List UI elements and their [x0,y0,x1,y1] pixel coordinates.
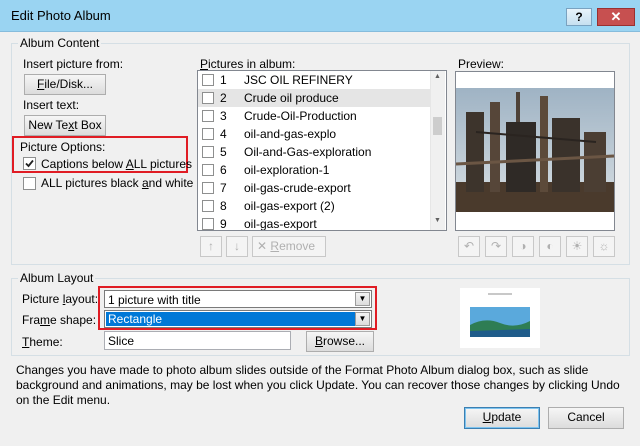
rotate-right-button[interactable]: ↷ [485,236,507,257]
cancel-button[interactable]: Cancel [548,407,624,429]
frame-shape-label: Frame shape: [22,313,97,327]
picture-item-checkbox[interactable] [202,110,214,122]
pictures-list-scrollbar[interactable]: ▲ ▼ [430,71,445,230]
album-content-label: Album Content [18,36,102,50]
picture-item-number: 6 [220,163,227,177]
picture-item-name: oil-exploration-1 [244,163,330,177]
picture-layout-combo[interactable]: 1 picture with title ▼ [104,290,372,308]
picture-layout-label: Picture layout: [22,292,99,306]
picture-item-checkbox[interactable] [202,92,214,104]
picture-item-name: Oil-and-Gas-exploration [244,145,372,159]
picture-item-name: oil-and-gas-explo [244,127,337,141]
file-disk-button[interactable]: File/Disk... [24,74,106,95]
captions-checkbox-label[interactable]: Captions below ALL pictures [41,157,192,171]
insert-picture-label: Insert picture from: [23,57,124,71]
decrease-contrast-button[interactable]: ◐ [539,236,561,257]
picture-item-name: Crude oil produce [244,91,339,105]
theme-value: Slice [108,334,135,348]
layout-title-placeholder [488,293,512,295]
picture-list-item[interactable]: 5 Oil-and-Gas-exploration [198,143,430,161]
increase-contrast-button[interactable]: ◑ [512,236,534,257]
pictures-in-album-label: Pictures in album: [200,57,296,71]
black-white-checkbox[interactable] [23,177,36,190]
remove-icon: ✕ [257,239,268,253]
picture-item-number: 5 [220,145,227,159]
chevron-down-icon[interactable]: ▼ [355,312,370,326]
picture-item-name: JSC OIL REFINERY [244,73,353,87]
picture-item-number: 3 [220,109,227,123]
rotate-left-button[interactable]: ↶ [458,236,480,257]
picture-item-number: 1 [220,73,227,87]
preview-box [455,71,615,231]
picture-list-item[interactable]: 8 oil-gas-export (2) [198,197,430,215]
theme-label: Theme: [22,335,63,349]
refinery-preview-image [455,72,615,230]
chevron-down-icon[interactable]: ▼ [355,292,370,306]
picture-list-item[interactable]: 7 oil-gas-crude-export [198,179,430,197]
help-button[interactable]: ? [566,8,592,26]
picture-item-number: 9 [220,217,227,231]
picture-item-checkbox[interactable] [202,74,214,86]
scroll-up-arrow-icon[interactable]: ▲ [434,73,441,80]
album-layout-label: Album Layout [18,271,96,285]
picture-list-item[interactable]: 2 Crude oil produce [198,89,430,107]
decrease-brightness-button[interactable]: ☼ [593,236,615,257]
picture-item-name: oil-gas-crude-export [244,181,351,195]
frame-shape-value: Rectangle [106,312,356,326]
increase-brightness-button[interactable]: ☀ [566,236,588,257]
layout-preview-thumbnail [460,288,540,348]
window-title: Edit Photo Album [11,8,111,23]
title-bar: Edit Photo Album ? ✕ [0,0,640,32]
scroll-down-arrow-icon[interactable]: ▼ [434,217,441,224]
browse-button[interactable]: Browse... [306,331,374,352]
picture-list-item[interactable]: 1 JSC OIL REFINERY [198,71,430,89]
frame-shape-combo[interactable]: Rectangle ▼ [104,310,372,328]
black-white-checkbox-label[interactable]: ALL pictures black and white [41,176,193,190]
insert-text-label: Insert text: [23,98,80,112]
captions-checkbox[interactable] [23,157,36,170]
move-up-button[interactable]: ↑ [200,236,222,257]
update-button[interactable]: Update [464,407,540,429]
pictures-list[interactable]: 1 JSC OIL REFINERY 2 Crude oil produce 3 Crud… [197,70,447,231]
picture-item-number: 4 [220,127,227,141]
picture-list-item[interactable]: 3 Crude-Oil-Production [198,107,430,125]
picture-item-number: 7 [220,181,227,195]
picture-item-checkbox[interactable] [202,128,214,140]
theme-input[interactable]: Slice [104,331,291,350]
picture-item-checkbox[interactable] [202,200,214,212]
picture-item-number: 2 [220,91,227,105]
preview-label: Preview: [458,57,505,71]
picture-item-name: Crude-Oil-Production [244,109,357,123]
picture-options-label: Picture Options: [20,140,106,154]
close-button[interactable]: ✕ [597,8,635,26]
picture-item-checkbox[interactable] [202,146,214,158]
picture-item-number: 8 [220,199,227,213]
picture-item-name: oil-gas-export [244,217,317,231]
move-down-button[interactable]: ↓ [226,236,248,257]
checkmark-icon [25,159,34,168]
picture-list-item[interactable]: 9 oil-gas-export [198,215,430,231]
landscape-thumbnail-icon [470,307,530,337]
picture-layout-value: 1 picture with title [108,293,201,307]
picture-item-checkbox[interactable] [202,182,214,194]
picture-item-checkbox[interactable] [202,164,214,176]
picture-list-item[interactable]: 4 oil-and-gas-explo [198,125,430,143]
new-text-box-button[interactable]: New Text Box [24,115,106,136]
scrollbar-thumb[interactable] [433,117,442,135]
picture-item-checkbox[interactable] [202,218,214,230]
update-warning-text: Changes you have made to photo album sli… [16,363,620,407]
remove-button[interactable]: ✕ Remove [252,236,326,257]
picture-list-item[interactable]: 6 oil-exploration-1 [198,161,430,179]
picture-item-name: oil-gas-export (2) [244,199,335,213]
